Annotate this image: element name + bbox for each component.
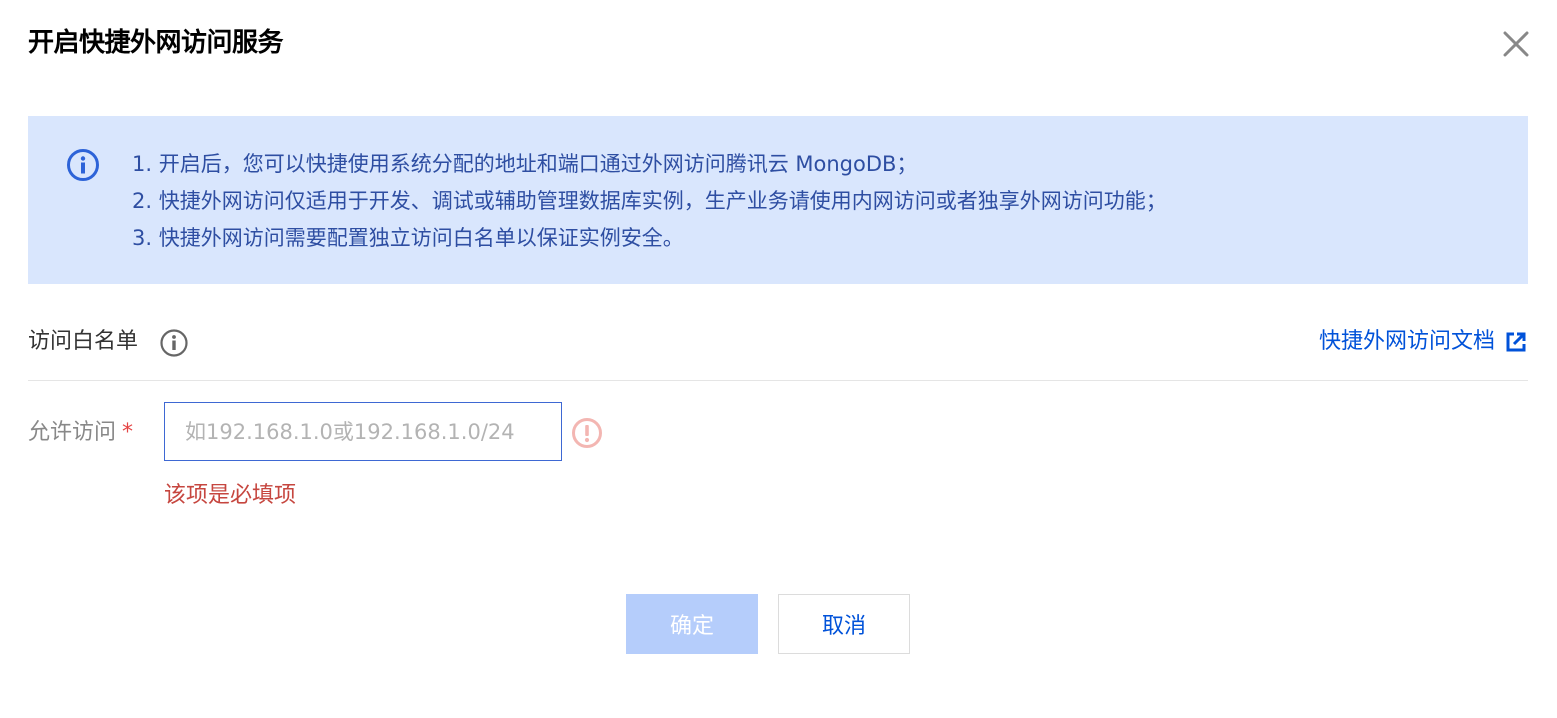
dialog-title: 开启快捷外网访问服务 bbox=[28, 28, 284, 58]
notice-lines: 1. 开启后，您可以快捷使用系统分配的地址和端口通过外网访问腾讯云 MongoD… bbox=[132, 146, 1167, 257]
allowed-ip-input[interactable] bbox=[164, 402, 562, 461]
info-circle-icon[interactable] bbox=[159, 328, 189, 358]
confirm-button[interactable]: 确定 bbox=[626, 594, 758, 654]
allow-access-label: 允许访问 * bbox=[28, 416, 133, 450]
allow-access-label-text: 允许访问 bbox=[28, 420, 117, 445]
doc-link-label: 快捷外网访问文档 bbox=[1318, 329, 1495, 354]
external-link-icon bbox=[1506, 332, 1526, 352]
validation-error-text: 该项是必填项 bbox=[164, 483, 297, 508]
info-notice: 1. 开启后，您可以快捷使用系统分配的地址和端口通过外网访问腾讯云 MongoD… bbox=[28, 116, 1528, 284]
info-circle-icon bbox=[67, 149, 99, 181]
quick-access-doc-link[interactable]: 快捷外网访问文档 bbox=[1319, 326, 1527, 358]
required-mark: * bbox=[122, 420, 134, 445]
close-button[interactable] bbox=[1498, 26, 1534, 62]
cancel-button[interactable]: 取消 bbox=[778, 594, 910, 654]
whitelist-label: 访问白名单 bbox=[28, 329, 139, 354]
close-icon bbox=[1503, 31, 1529, 57]
notice-line: 1. 开启后，您可以快捷使用系统分配的地址和端口通过外网访问腾讯云 MongoD… bbox=[132, 152, 918, 176]
notice-line: 3. 快捷外网访问需要配置独立访问白名单以保证实例安全。 bbox=[132, 226, 684, 250]
error-circle-icon bbox=[572, 418, 602, 448]
notice-line: 2. 快捷外网访问仅适用于开发、调试或辅助管理数据库实例，生产业务请使用内网访问… bbox=[132, 189, 1167, 213]
section-divider bbox=[28, 380, 1528, 381]
